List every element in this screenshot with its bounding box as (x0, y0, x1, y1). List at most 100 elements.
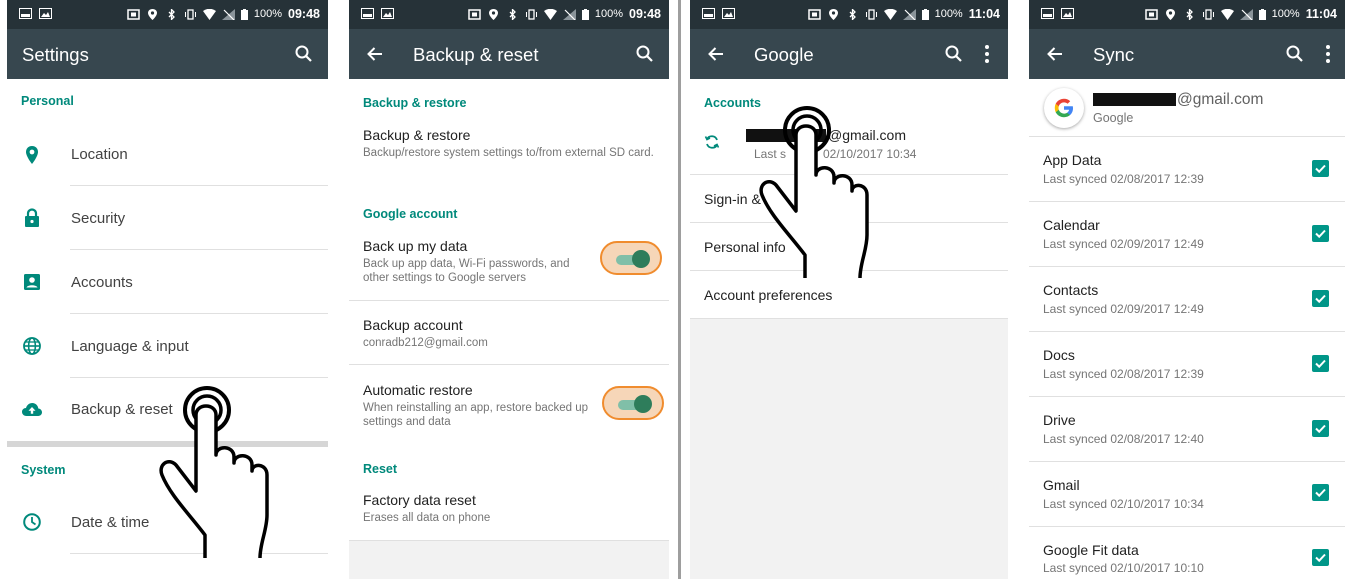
google-screen: 100% 11:04 Google Accounts @gmail.com La… (690, 0, 1008, 579)
page-title: Google (754, 44, 814, 65)
sync-item-docs[interactable]: Docs Last synced 02/08/2017 12:39 (1029, 332, 1345, 396)
item-title: Back up my data (363, 238, 468, 254)
backup-restore-item[interactable]: Backup & restore Backup/restore system s… (349, 117, 669, 183)
sync-item-contacts[interactable]: Contacts Last synced 02/09/2017 12:49 (1029, 267, 1345, 331)
clock-time: 11:04 (968, 7, 1000, 21)
sync-account-email: @gmail.com (1177, 91, 1264, 108)
app-bar: Settings (7, 29, 328, 79)
clock-time: 11:04 (1305, 7, 1337, 21)
app-bar: Sync (1029, 29, 1345, 79)
sync-item-google-fit[interactable]: Google Fit data Last synced 02/10/2017 1… (1029, 527, 1345, 579)
google-g-icon (1054, 98, 1073, 118)
sync-item-calendar[interactable]: Calendar Last synced 02/09/2017 12:49 (1029, 202, 1345, 266)
vibrate-icon (865, 8, 878, 20)
checkmark-icon (1315, 553, 1326, 563)
automatic-restore-toggle[interactable] (602, 386, 664, 420)
item-title: Drive (1043, 412, 1076, 428)
item-subtitle: Last synced 02/08/2017 12:39 (1043, 367, 1204, 381)
search-icon[interactable] (944, 44, 964, 64)
battery-icon (581, 8, 589, 20)
backup-my-data-item[interactable]: Back up my data Back up app data, Wi-Fi … (349, 229, 669, 301)
screenshot-icon (1041, 8, 1054, 19)
item-subtitle: conradb212@gmail.com (363, 337, 488, 349)
settings-item-label: Location (71, 146, 128, 163)
panel-separator (678, 0, 681, 579)
sync-checkbox[interactable] (1312, 420, 1329, 437)
item-subtitle: Backup/restore system settings to/from e… (363, 147, 654, 159)
back-arrow-icon[interactable] (1045, 44, 1065, 64)
item-title: Backup & restore (363, 127, 471, 143)
personal-header: Personal (21, 94, 74, 108)
vibrate-icon (184, 8, 197, 20)
clock-time: 09:48 (288, 7, 320, 21)
item-title: Contacts (1043, 282, 1099, 298)
search-icon[interactable] (635, 44, 655, 64)
battery-percent: 100% (934, 8, 963, 20)
sync-checkbox[interactable] (1312, 290, 1329, 307)
item-title: Docs (1043, 347, 1075, 363)
item-title: Google Fit data (1043, 542, 1139, 558)
backup-account-item[interactable]: Backup account conradb212@gmail.com (349, 301, 669, 365)
settings-item-security[interactable]: Security (7, 186, 328, 250)
automatic-restore-item[interactable]: Automatic restore When reinstalling an a… (349, 365, 669, 445)
sync-item-drive[interactable]: Drive Last synced 02/08/2017 12:40 (1029, 397, 1345, 461)
divider (690, 318, 1008, 319)
item-subtitle: Erases all data on phone (363, 512, 491, 524)
image-icon (381, 8, 394, 19)
wifi-icon (883, 8, 897, 20)
checkmark-icon (1315, 294, 1326, 304)
tap-hand-icon (759, 106, 869, 279)
sync-checkbox[interactable] (1312, 484, 1329, 501)
search-icon[interactable] (1285, 44, 1305, 64)
bluetooth-icon (506, 7, 519, 21)
image-icon (722, 8, 735, 19)
back-arrow-icon[interactable] (706, 44, 726, 64)
item-subtitle: Last synced 02/09/2017 12:49 (1043, 237, 1204, 251)
settings-item-accounts[interactable]: Accounts (7, 250, 328, 314)
screenshot-icon (702, 8, 715, 19)
settings-item-label: Security (71, 210, 126, 227)
sync-checkbox[interactable] (1312, 160, 1329, 177)
location-status-icon (827, 8, 840, 20)
system-header: System (21, 463, 66, 477)
sync-item-app-data[interactable]: App Data Last synced 02/08/2017 12:39 (1029, 137, 1345, 201)
checkmark-icon (1315, 229, 1326, 239)
item-subtitle: When reinstalling an app, restore backed… (363, 402, 589, 428)
more-vert-icon[interactable] (984, 44, 990, 64)
page-title: Backup & reset (413, 44, 539, 65)
signal-icon (1239, 8, 1253, 20)
divider (349, 540, 669, 541)
item-subtitle: Last synced 02/08/2017 12:39 (1043, 172, 1204, 186)
more-vert-icon[interactable] (1325, 44, 1331, 64)
factory-reset-item[interactable]: Factory data reset Erases all data on ph… (349, 481, 669, 541)
settings-item-language[interactable]: Language & input (7, 314, 328, 378)
item-title: Account preferences (704, 287, 833, 303)
backup-data-toggle[interactable] (600, 241, 662, 275)
battery-icon (240, 8, 248, 20)
screenshot-icon (19, 8, 32, 19)
settings-item-location[interactable]: Location (7, 121, 328, 185)
clock-time: 09:48 (629, 7, 661, 21)
item-title: Calendar (1043, 217, 1100, 233)
signal-icon (562, 8, 576, 20)
clock-icon (23, 513, 41, 531)
item-title: Backup account (363, 317, 463, 333)
search-icon[interactable] (294, 44, 314, 64)
sync-checkbox[interactable] (1312, 549, 1329, 566)
item-subtitle: Last synced 02/10/2017 10:10 (1043, 561, 1204, 575)
toggle-knob (634, 395, 652, 413)
sync-checkbox[interactable] (1312, 355, 1329, 372)
redacted-username (1093, 93, 1176, 106)
screenshot-icon (361, 8, 374, 19)
tap-hand-icon (159, 386, 269, 559)
bluetooth-icon (1183, 7, 1196, 21)
sync-item-gmail[interactable]: Gmail Last synced 02/10/2017 10:34 (1029, 462, 1345, 526)
status-bar: 100% 09:48 (7, 0, 328, 29)
back-arrow-icon[interactable] (365, 44, 385, 64)
item-subtitle: Last synced 02/09/2017 12:49 (1043, 302, 1204, 316)
google-logo (1044, 88, 1084, 128)
nfc-icon (127, 8, 140, 20)
sync-checkbox[interactable] (1312, 225, 1329, 242)
item-title: Factory data reset (363, 492, 476, 508)
app-bar: Google (690, 29, 1008, 79)
